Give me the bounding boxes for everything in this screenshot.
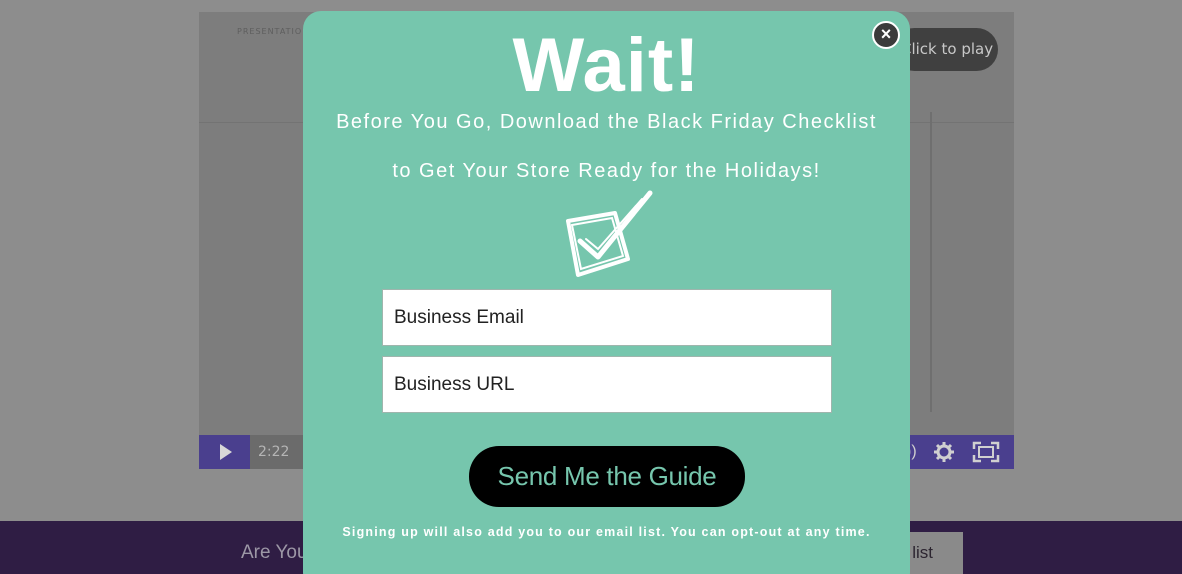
bottom-banner-text: Are You (241, 542, 308, 563)
play-button[interactable] (199, 435, 250, 469)
modal-title: Wait! (512, 23, 701, 108)
video-vertical-line (930, 112, 932, 412)
video-controls-right: )) (902, 435, 1014, 469)
send-guide-button[interactable]: Send Me the Guide (469, 446, 745, 507)
opt-out-disclaimer: Signing up will also add you to our emai… (342, 525, 871, 539)
modal-subtitle-line1: Before You Go, Download the Black Friday… (336, 111, 877, 133)
video-header-text: PRESENTATION (237, 27, 310, 36)
business-email-input[interactable] (382, 289, 832, 346)
exit-intent-modal: × Wait! Before You Go, Download the Blac… (303, 11, 910, 574)
play-icon (220, 444, 232, 460)
modal-subtitle-line2: to Get Your Store Ready for the Holidays… (392, 160, 821, 182)
checkbox-check-icon (566, 190, 653, 277)
gear-icon[interactable] (932, 440, 956, 464)
video-time: 2:22 (258, 444, 290, 460)
business-url-input[interactable] (382, 356, 832, 413)
fullscreen-icon[interactable] (972, 441, 1000, 463)
